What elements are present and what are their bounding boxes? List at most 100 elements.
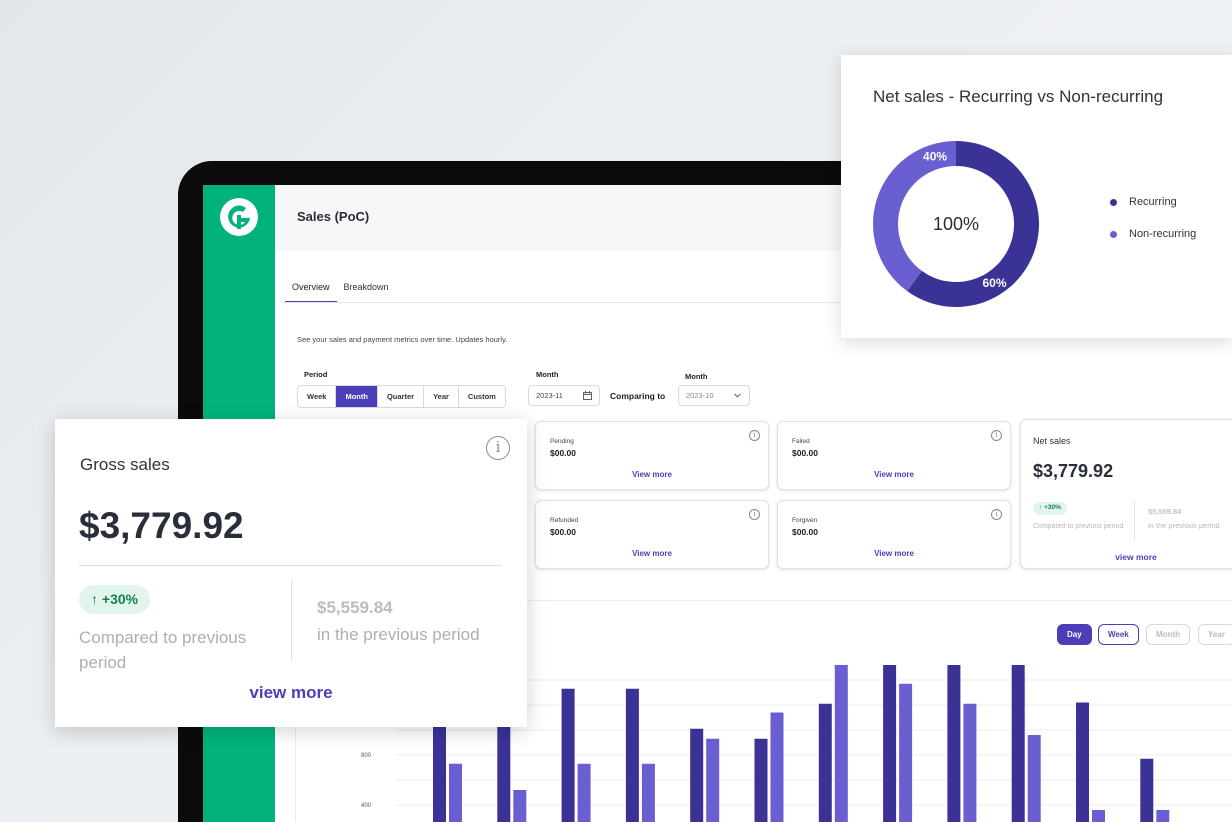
page-title: Sales (PoC) (297, 209, 370, 224)
info-icon[interactable]: i (486, 436, 510, 460)
net-sales-view-more-link[interactable]: view more (1021, 552, 1232, 562)
legend-item-recurring: Recurring (1110, 196, 1177, 208)
month-picker[interactable]: 2023-11 (528, 385, 600, 406)
bar-series-2 (963, 703, 977, 822)
legend-dot-recurring (1110, 198, 1117, 206)
month-value: 2023-11 (536, 391, 563, 400)
forgiven-value: $00.00 (792, 527, 818, 537)
bar-series-1 (497, 711, 511, 822)
info-icon[interactable]: i (991, 509, 1002, 520)
net-sales-card: Net sales $3,779.92 ↑ +30% Compared to p… (1020, 419, 1232, 569)
bar-series-1 (883, 665, 897, 822)
bar-series-2 (834, 665, 848, 822)
granularity-week-button[interactable]: Week (1098, 624, 1139, 645)
bar-series-2 (770, 712, 784, 822)
bar-series-2 (513, 790, 527, 822)
bar-series-2 (1092, 810, 1105, 822)
legend-label-non-recurring: Non-recurring (1129, 228, 1197, 240)
pending-title: Pending (550, 438, 574, 445)
period-week-button[interactable]: Week (298, 386, 337, 407)
pending-view-more-link[interactable]: View more (536, 470, 768, 479)
gross-sales-title: Gross sales (80, 455, 170, 474)
calendar-icon (583, 391, 592, 400)
bar-series-2 (1156, 810, 1170, 822)
bar-series-2 (577, 763, 591, 822)
refunded-view-more-link[interactable]: View more (536, 549, 768, 558)
bar-series-1 (561, 688, 575, 822)
comparing-label: Comparing to (610, 391, 666, 401)
forgiven-title: Forgiven (792, 517, 818, 524)
page-subtitle: See your sales and payment metrics over … (297, 335, 508, 344)
donut-chart-title: Net sales - Recurring vs Non-recurring (873, 87, 1164, 106)
gross-sales-vertical-divider (291, 581, 292, 661)
net-sales-title: Net sales (1033, 436, 1071, 446)
net-sales-divider (1134, 501, 1135, 541)
legend-label-recurring: Recurring (1129, 196, 1177, 208)
net-sales-value: $3,779.92 (1033, 461, 1114, 481)
failed-view-more-link[interactable]: View more (778, 470, 1010, 479)
donut-slice-label: 60% (983, 276, 1007, 290)
bar-series-1 (1076, 702, 1089, 822)
refunded-value: $00.00 (550, 527, 576, 537)
period-year-button[interactable]: Year (424, 386, 459, 407)
failed-value: $00.00 (792, 448, 818, 458)
y-tick-label: 400 (361, 803, 372, 809)
net-sales-prev-label: in the previous period (1148, 521, 1220, 530)
failed-card: Failed $00.00 View more i (777, 421, 1011, 490)
compare-month-value: 2023-10 (686, 391, 714, 400)
compare-month-select[interactable]: 2023-10 (678, 385, 750, 406)
tab-overview[interactable]: Overview (285, 277, 337, 303)
bar-series-1 (1011, 665, 1025, 822)
gross-sales-card: Gross sales i $3,779.92 ↑ +30% Compared … (55, 419, 527, 727)
granularity-day-button[interactable]: Day (1057, 624, 1092, 645)
bar-series-2 (706, 738, 720, 822)
gross-sales-view-more-link[interactable]: view more (55, 683, 527, 703)
bar-series-1 (1140, 758, 1154, 822)
forgiven-view-more-link[interactable]: View more (778, 549, 1010, 558)
period-custom-button[interactable]: Custom (459, 386, 505, 407)
granularity-year-button[interactable]: Year (1198, 624, 1232, 645)
bar-series-1 (754, 738, 768, 822)
gross-sales-compare-label: Compared to previous period (79, 628, 247, 672)
tab-breakdown[interactable]: Breakdown (337, 277, 396, 301)
bar-series-1 (625, 688, 639, 822)
bar-series-2 (641, 763, 655, 822)
info-icon[interactable]: i (991, 430, 1002, 441)
forgiven-card: Forgiven $00.00 View more i (777, 500, 1011, 569)
period-month-button[interactable]: Month (336, 386, 378, 407)
tab-bar: Overview Breakdown (285, 277, 396, 303)
period-quarter-button[interactable]: Quarter (378, 386, 425, 407)
arrow-up-icon: ↑ (91, 591, 102, 607)
bar-series-2 (449, 763, 462, 822)
brand-logo-icon[interactable] (219, 197, 259, 237)
bar-series-2 (1027, 735, 1041, 822)
compare-month-label: Month (685, 372, 708, 381)
chevron-down-icon (734, 393, 741, 398)
info-icon[interactable]: i (749, 509, 760, 520)
period-label: Period (304, 370, 328, 379)
donut-slice-label: 40% (923, 150, 947, 164)
period-selector: Week Month Quarter Year Custom (297, 385, 506, 408)
refunded-title: Refunded (550, 517, 579, 524)
net-sales-badge-value: +30% (1044, 504, 1061, 511)
refunded-card: Refunded $00.00 View more i (535, 500, 769, 569)
pending-card: Pending $00.00 View more i (535, 421, 769, 490)
net-sales-growth-badge: ↑ +30% (1033, 502, 1067, 515)
gross-sales-value: $3,779.92 (79, 505, 244, 546)
donut-center-label: 100% (933, 214, 979, 234)
failed-title: Failed (792, 438, 810, 445)
info-icon[interactable]: i (749, 430, 760, 441)
bar-series-1 (947, 665, 961, 822)
net-sales-compare-label: Compared to previous period (1033, 523, 1124, 530)
bar-series-1 (818, 703, 832, 822)
net-sales-split-card: Net sales - Recurring vs Non-recurring 6… (841, 55, 1232, 338)
granularity-month-button[interactable]: Month (1146, 624, 1190, 645)
gross-sales-badge-value: +30% (101, 591, 139, 607)
gross-sales-divider (79, 565, 502, 566)
bar-series-2 (899, 683, 913, 822)
legend-item-non-recurring: Non-recurring (1110, 228, 1196, 240)
legend-dot-non-recurring (1110, 230, 1117, 238)
gross-sales-growth-badge: ↑ +30% (79, 585, 151, 614)
bar-series-1 (690, 728, 704, 822)
y-tick-label: 800 (361, 753, 372, 759)
